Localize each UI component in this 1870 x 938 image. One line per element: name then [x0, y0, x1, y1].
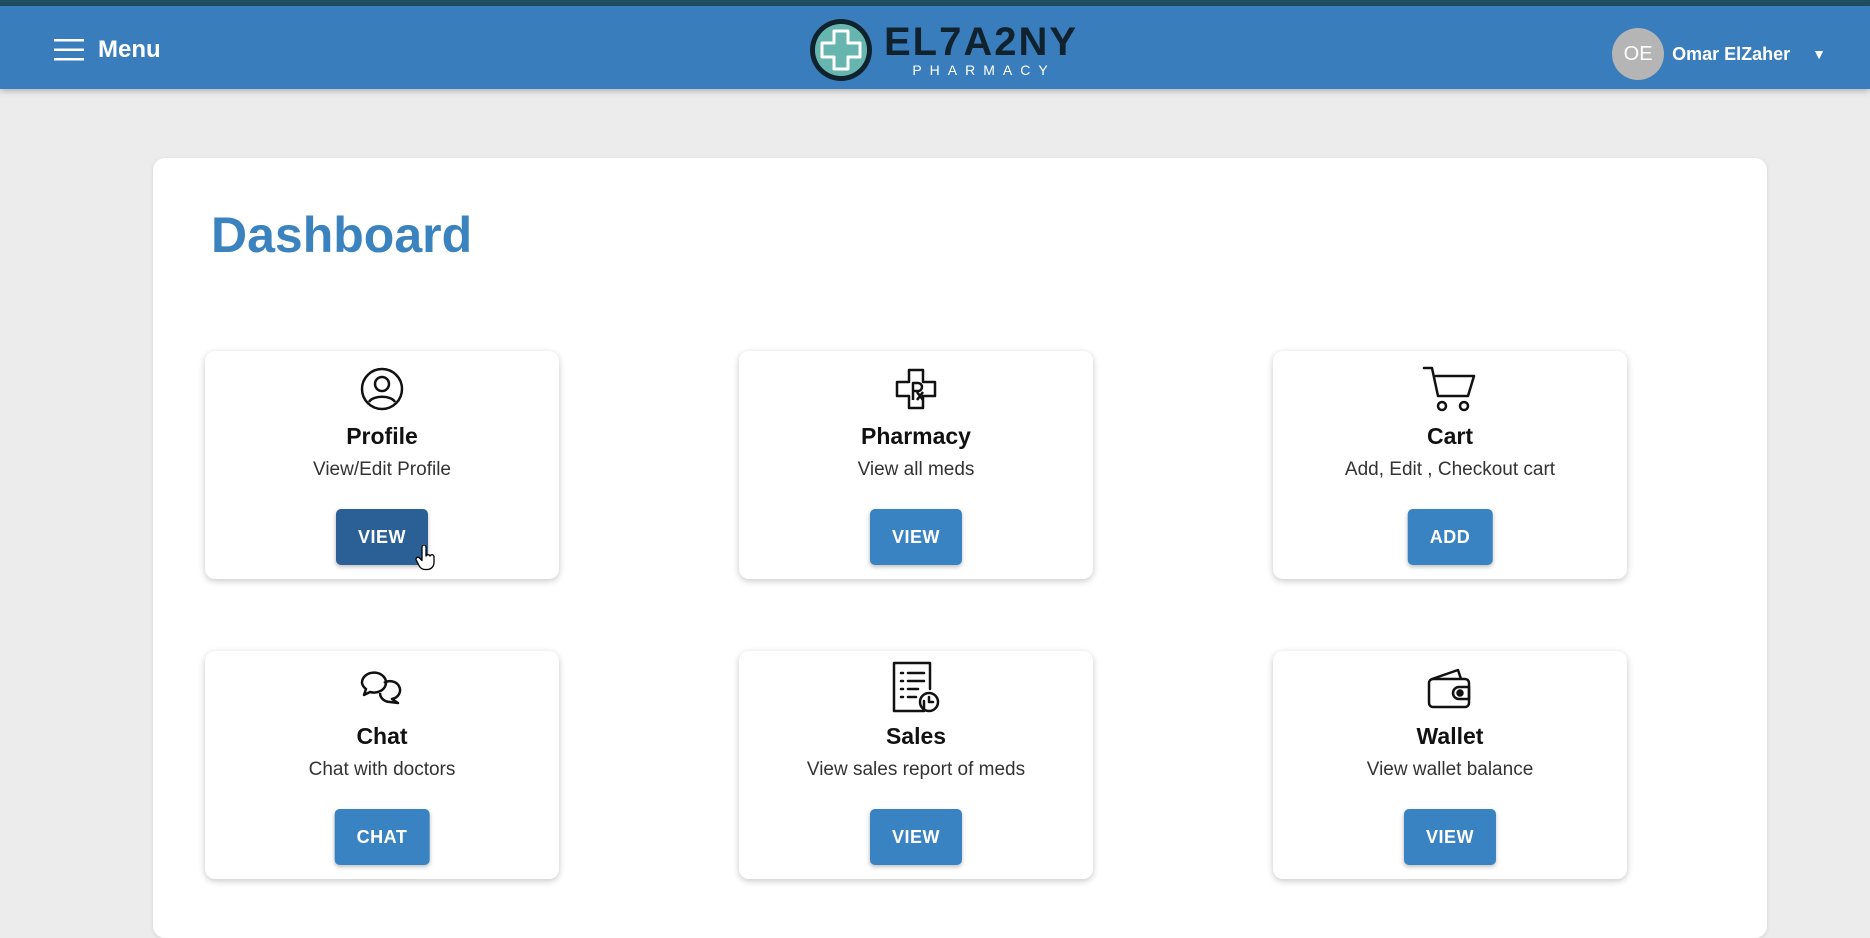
card-cart: Cart Add, Edit , Checkout cart ADD — [1273, 351, 1627, 579]
card-title: Wallet — [1416, 723, 1484, 749]
card-description: View all meds — [857, 459, 975, 480]
app-bar: Menu EL7A2NY PHARMACY OE Omar ElZaher ▼ — [0, 6, 1870, 89]
cart-icon — [1273, 365, 1627, 413]
page-title: Dashboard — [211, 207, 473, 263]
user-name: Omar ElZaher — [1672, 43, 1791, 64]
card-description: Add, Edit , Checkout cart — [1344, 459, 1556, 480]
chat-bubbles-icon — [205, 665, 559, 713]
cart-add-button[interactable]: ADD — [1407, 509, 1493, 565]
card-title: Chat — [356, 723, 408, 749]
sales-view-button[interactable]: VIEW — [869, 809, 963, 865]
caret-down-icon: ▼ — [1812, 46, 1826, 62]
menu-button[interactable]: Menu — [54, 32, 161, 68]
dashboard-panel: Dashboard Profile View/Edit Profile VIEW… — [153, 158, 1767, 938]
card-title: Profile — [346, 423, 418, 449]
pharmacy-logo-icon — [810, 19, 872, 81]
wallet-icon — [1273, 665, 1627, 713]
card-description: View/Edit Profile — [313, 459, 451, 480]
wallet-view-button[interactable]: VIEW — [1403, 809, 1497, 865]
brand-subtitle: PHARMACY — [912, 62, 1056, 78]
pharmacy-cross-icon — [739, 365, 1093, 413]
card-pharmacy: Pharmacy View all meds VIEW — [739, 351, 1093, 579]
card-description: View sales report of meds — [806, 759, 1026, 780]
card-title: Pharmacy — [861, 423, 971, 449]
card-wallet: Wallet View wallet balance VIEW — [1273, 651, 1627, 879]
card-title: Cart — [1426, 423, 1473, 449]
hamburger-icon — [54, 39, 84, 61]
card-sales: Sales View sales report of meds VIEW — [739, 651, 1093, 879]
brand-logo[interactable]: EL7A2NY PHARMACY — [808, 14, 1078, 86]
card-title: Sales — [885, 723, 947, 749]
chat-button[interactable]: CHAT — [334, 809, 430, 865]
card-profile: Profile View/Edit Profile VIEW — [205, 351, 559, 579]
menu-label: Menu — [98, 36, 161, 63]
sales-report-icon — [739, 659, 1093, 715]
user-menu[interactable]: OE Omar ElZaher ▼ — [1612, 28, 1826, 80]
user-circle-icon — [205, 365, 559, 413]
avatar: OE — [1612, 28, 1665, 80]
hand-cursor-icon — [415, 544, 437, 576]
card-chat: Chat Chat with doctors CHAT — [205, 651, 559, 879]
pharmacy-view-button[interactable]: VIEW — [869, 509, 963, 565]
card-description: View wallet balance — [1366, 759, 1534, 780]
card-description: Chat with doctors — [308, 759, 456, 780]
brand-name: EL7A2NY — [884, 20, 1079, 64]
